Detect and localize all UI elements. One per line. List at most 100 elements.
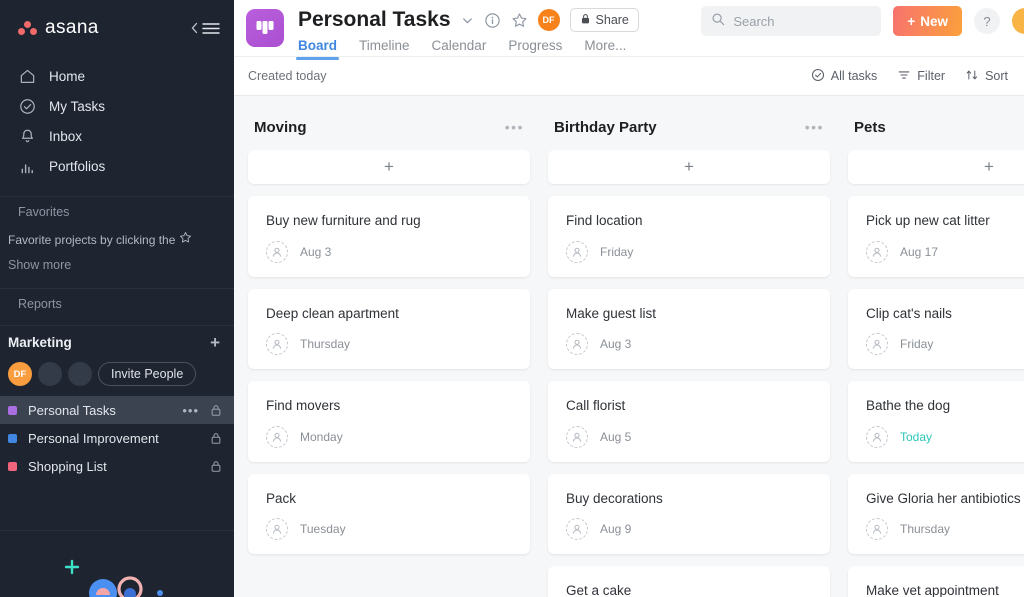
filter-button[interactable]: Filter xyxy=(897,68,945,85)
tab-more[interactable]: More... xyxy=(584,38,626,60)
task-card[interactable]: Call florist Aug 5 xyxy=(548,381,830,462)
task-card[interactable]: Deep clean apartment Thursday xyxy=(248,288,530,370)
sidebar-project-personal-improvement[interactable]: Personal Improvement xyxy=(0,424,234,452)
bar-chart-icon xyxy=(18,158,36,175)
invite-people-button[interactable]: Invite People xyxy=(98,362,197,387)
assignee-avatar-icon[interactable] xyxy=(566,333,588,356)
more-horizontal-icon[interactable]: ••• xyxy=(805,119,824,135)
task-due-date: Aug 3 xyxy=(600,337,632,352)
project-name: Personal Improvement xyxy=(28,430,159,446)
sidebar-item-inbox[interactable]: Inbox xyxy=(0,122,234,150)
tab-timeline[interactable]: Timeline xyxy=(359,38,410,60)
avatar[interactable]: DF xyxy=(537,9,560,31)
more-horizontal-icon[interactable]: ••• xyxy=(505,119,524,135)
add-task-button[interactable]: + xyxy=(248,150,530,184)
reports-heading[interactable]: Reports xyxy=(0,289,234,319)
task-due-date: Thursday xyxy=(900,522,951,537)
task-title: Find location xyxy=(566,213,643,228)
add-task-button[interactable]: + xyxy=(848,150,1024,184)
assignee-avatar-icon[interactable] xyxy=(866,518,888,541)
tab-board[interactable]: Board xyxy=(295,38,340,60)
assignee-avatar-icon[interactable] xyxy=(266,240,288,263)
assignee-avatar-icon[interactable] xyxy=(566,240,588,263)
info-icon[interactable] xyxy=(484,12,501,29)
task-card[interactable]: Buy new furniture and rug Aug 3 xyxy=(248,196,530,277)
show-more-button[interactable]: Show more xyxy=(0,252,234,282)
tab-progress[interactable]: Progress xyxy=(508,38,562,60)
sidebar-item-label: Home xyxy=(49,68,86,84)
new-button-label: New xyxy=(920,13,948,29)
add-task-button[interactable]: + xyxy=(548,150,830,184)
chevron-down-icon[interactable] xyxy=(461,14,474,27)
help-button[interactable]: ? xyxy=(974,8,1000,34)
avatar[interactable] xyxy=(1012,8,1024,34)
sidebar-project-personal-tasks[interactable]: Personal Tasks ••• xyxy=(0,396,234,425)
task-title: Clip cat's nails xyxy=(866,305,952,321)
sort-button[interactable]: Sort xyxy=(965,68,1008,85)
avatar[interactable] xyxy=(68,362,92,387)
star-icon[interactable] xyxy=(511,12,528,29)
task-due-date: Friday xyxy=(600,244,634,259)
column-title: Pets xyxy=(854,118,886,136)
task-card[interactable]: Pick up new cat litter Aug 17 xyxy=(848,196,1024,277)
main-area: Personal Tasks DF Share Board Timeline C… xyxy=(234,0,1024,597)
avatar[interactable]: DF xyxy=(8,362,32,387)
filter-icon xyxy=(897,68,911,85)
assignee-avatar-icon[interactable] xyxy=(866,333,888,356)
new-button[interactable]: + New xyxy=(893,6,962,36)
sidebar-item-portfolios[interactable]: Portfolios xyxy=(0,152,234,180)
created-label: Created today xyxy=(248,69,327,83)
task-meta: Aug 17 xyxy=(866,240,1024,263)
task-card[interactable]: Make guest list Aug 3 xyxy=(548,288,830,370)
task-title: Deep clean apartment xyxy=(266,305,399,321)
sidebar-item-label: My Tasks xyxy=(49,98,106,114)
tab-calendar[interactable]: Calendar xyxy=(432,38,487,60)
view-tabs: Board Timeline Calendar Progress More... xyxy=(295,38,639,60)
collapse-menu-icon[interactable] xyxy=(190,22,220,35)
assignee-avatar-icon[interactable] xyxy=(566,425,588,448)
task-meta: Thursday xyxy=(866,518,1024,541)
task-meta: Aug 3 xyxy=(266,240,512,263)
sidebar-item-label: Portfolios xyxy=(49,158,106,174)
assignee-avatar-icon[interactable] xyxy=(266,518,288,541)
task-meta: Today xyxy=(866,425,1024,448)
task-card[interactable]: Get a cake xyxy=(548,566,830,597)
task-card[interactable]: Clip cat's nails Friday xyxy=(848,288,1024,370)
lock-icon xyxy=(210,432,222,445)
task-card[interactable]: Give Gloria her antibiotics Thursday xyxy=(848,473,1024,555)
assignee-avatar-icon[interactable] xyxy=(266,333,288,356)
sidebar-item-home[interactable]: Home xyxy=(0,62,234,90)
task-card[interactable]: Find location Friday xyxy=(548,196,830,277)
assignee-avatar-icon[interactable] xyxy=(566,518,588,541)
assignee-avatar-icon[interactable] xyxy=(866,240,888,263)
assignee-avatar-icon[interactable] xyxy=(866,425,888,448)
task-card[interactable]: Find movers Monday xyxy=(248,381,530,462)
task-meta: Aug 9 xyxy=(566,518,812,541)
task-card[interactable]: Bathe the dog Today xyxy=(848,381,1024,462)
avatar[interactable] xyxy=(38,362,62,387)
task-card[interactable]: Buy decorations Aug 9 xyxy=(548,473,830,555)
task-card[interactable]: Pack Tuesday xyxy=(248,473,530,555)
search-input[interactable] xyxy=(733,13,872,29)
all-tasks-label: All tasks xyxy=(830,69,878,83)
sidebar-item-my-tasks[interactable]: My Tasks xyxy=(0,92,234,120)
task-meta: Monday xyxy=(266,425,512,448)
task-meta: Aug 3 xyxy=(566,333,812,356)
board-toolbar: Created today All tasks Filter Sort xyxy=(234,56,1024,96)
plus-icon[interactable]: + xyxy=(210,334,220,351)
asana-logo[interactable]: asana xyxy=(18,17,99,39)
task-due-date: Thursday xyxy=(300,337,351,352)
column-title: Birthday Party xyxy=(554,118,657,136)
all-tasks-button[interactable]: All tasks xyxy=(811,68,878,85)
search-box[interactable] xyxy=(701,6,882,36)
sidebar-project-shopping-list[interactable]: Shopping List xyxy=(0,452,234,480)
title-and-tabs: Personal Tasks DF Share Board Timeline C… xyxy=(295,6,639,60)
task-card[interactable]: Make vet appointment xyxy=(848,566,1024,597)
search-icon xyxy=(711,12,725,31)
task-title: Find movers xyxy=(266,398,341,414)
assignee-avatar-icon[interactable] xyxy=(266,425,288,448)
column-header: Moving ••• xyxy=(248,112,530,142)
more-horizontal-icon[interactable]: ••• xyxy=(182,403,199,418)
share-button[interactable]: Share xyxy=(569,8,639,32)
team-members-row: DF Invite People xyxy=(0,358,234,396)
